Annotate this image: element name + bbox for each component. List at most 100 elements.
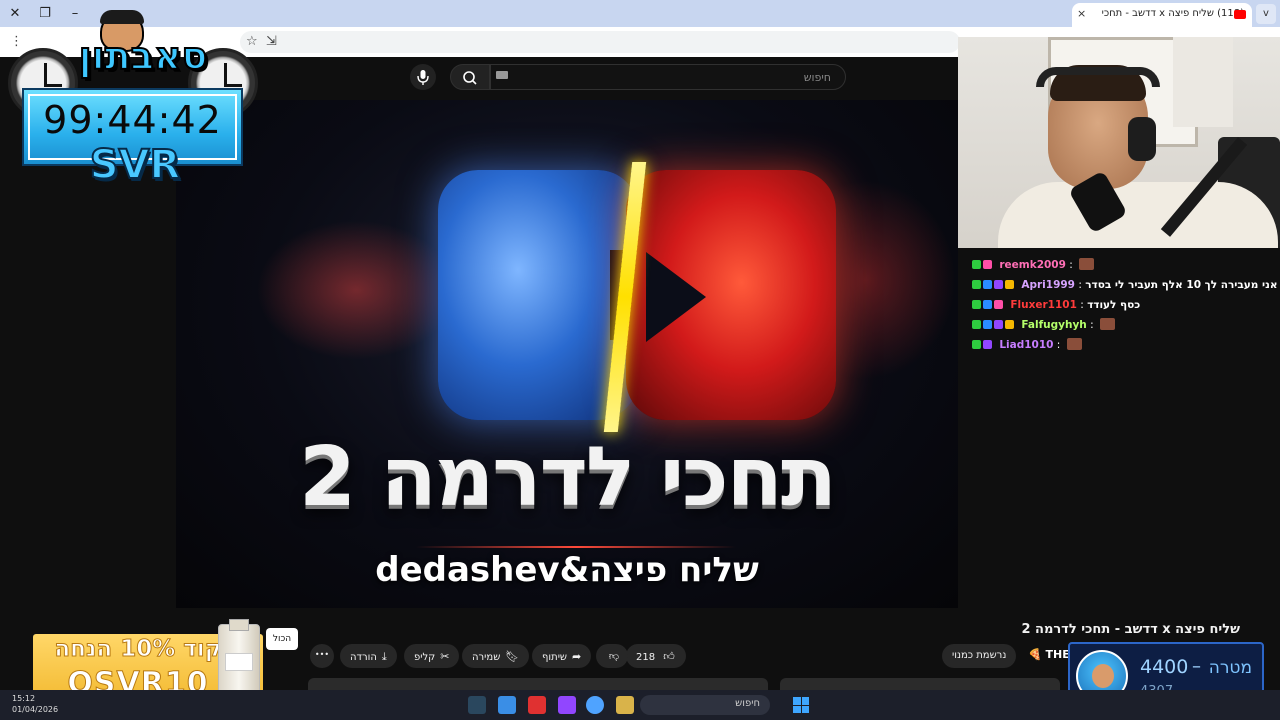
emote-icon (1066, 338, 1082, 350)
screen: ✕ ❐ – + (118) שליח פיצה x דדשב - תחכי × … (0, 0, 1280, 720)
badge-icon (972, 260, 981, 269)
taskbar-clock[interactable]: 15:12 01/04/2026 (12, 693, 58, 715)
scissors-icon: ✂ (440, 650, 450, 663)
taskbar-search[interactable]: חיפוש (640, 695, 770, 715)
voice-search-mic-icon[interactable] (410, 64, 436, 90)
chat-text: עודד אני מעבירה לך 10 אלף תעביר לי בסדר … (1085, 279, 1280, 291)
headphones-icon (1036, 67, 1160, 87)
badge-icon (972, 300, 981, 309)
download-label: הורדה (350, 652, 377, 663)
share-label: שיתוף (542, 652, 568, 663)
bookmark-icon: 🔖︎ (505, 650, 520, 663)
goal-target: 4400 (1140, 656, 1189, 678)
search-button[interactable] (450, 64, 490, 90)
thumbnail-subtitle: dedashev&שליח פיצה (375, 550, 759, 590)
url-field[interactable] (240, 31, 960, 53)
badge-icon (994, 300, 1003, 309)
badge-icon (994, 280, 1003, 289)
subathon-timer: 99:44:42 (43, 98, 222, 142)
bookmark-star-icon[interactable]: ☆ (246, 34, 258, 49)
chat-message: Apri1999 : עודד אני מעבירה לך 10 אלף תעב… (972, 275, 1280, 295)
more-actions-button[interactable]: ••• (310, 644, 334, 668)
red-logo-half (626, 170, 836, 420)
like-button[interactable]: 218 👍︎ (626, 644, 686, 668)
chat-username: Fluxer1101 (1010, 299, 1077, 311)
share-button[interactable]: ➦ שיתוף (532, 644, 592, 668)
close-window-icon[interactable]: ✕ (6, 5, 24, 23)
badge-icon (972, 340, 981, 349)
webcam-feed (958, 37, 1280, 248)
app-icon[interactable] (528, 696, 546, 714)
minimize-window-icon[interactable]: – (66, 5, 84, 23)
windows-start-icon[interactable] (793, 697, 809, 713)
brand-logo: SVR (89, 141, 182, 189)
webcam-background-wall (1173, 37, 1233, 127)
nebula-decoration (256, 220, 456, 360)
chat-username: reemk2009 (999, 259, 1066, 271)
youtube-favicon-icon (1234, 10, 1246, 19)
emote-icon (1079, 258, 1095, 270)
clip-button[interactable]: ✂ קליפ (404, 644, 460, 668)
chat-username: Liad1010 (999, 339, 1054, 351)
stream-chat: reemk2009 : Apri1999 : עודד אני מעבירה ל… (972, 255, 1280, 375)
twitch-icon[interactable] (558, 696, 576, 714)
restore-window-icon[interactable]: ❐ (36, 5, 54, 23)
download-button[interactable]: ⤓ הורדה (340, 644, 397, 668)
divider-glow (416, 546, 736, 548)
browser-tab-strip: ✕ ❐ – + (118) שליח פיצה x דדשב - תחכי × … (0, 0, 1280, 27)
badge-icon (983, 280, 992, 289)
play-shape-icon (646, 252, 706, 342)
filter-all-tooltip: הכול (266, 628, 298, 650)
download-icon: ⤓ (381, 650, 387, 663)
emote-icon (1100, 318, 1116, 330)
clip-label: קליפ (414, 652, 436, 663)
search-input[interactable]: חיפוש (490, 64, 846, 90)
chat-message: Falfugyhyh : (972, 315, 1280, 335)
search-icon (463, 71, 477, 85)
headphone-earcup (1128, 117, 1156, 161)
save-button[interactable]: 🔖︎ שמירה (462, 644, 530, 668)
goal-dash: – (1192, 656, 1201, 677)
badge-icon (983, 300, 992, 309)
badge-icon (983, 340, 992, 349)
subscribed-button[interactable]: נרשמת כמנוי (942, 644, 1017, 668)
chat-message: Liad1010 : (972, 335, 1280, 355)
badge-icon (1005, 320, 1014, 329)
related-video-strip[interactable] (308, 678, 768, 690)
subathon-logo: סאבתון (78, 33, 209, 79)
chat-message: Fluxer1101 : כסף לעודד (972, 295, 1280, 315)
tab-title: (118) שליח פיצה x דדשב - תחכי (1101, 8, 1244, 19)
thumbs-down-icon: 👎︎ (608, 651, 619, 662)
share-icon: ➦ (572, 650, 582, 663)
badge-icon (983, 260, 992, 269)
chat-username: Falfugyhyh (1021, 319, 1087, 331)
badge-icon (972, 280, 981, 289)
save-label: שמירה (472, 652, 501, 663)
menu-dots-icon[interactable]: ⋮ (10, 34, 23, 49)
dislike-button[interactable]: 👎︎ (596, 644, 628, 668)
browser-tab-youtube[interactable]: (118) שליח פיצה x דדשב - תחכי × (1072, 3, 1252, 27)
windows-taskbar: 15:12 01/04/2026 חיפוש (0, 690, 1280, 720)
badge-icon (983, 320, 992, 329)
keyboard-icon[interactable] (496, 71, 508, 79)
chat-message: reemk2009 : (972, 255, 1280, 275)
tab-search-chevron-icon[interactable]: v (1256, 4, 1276, 24)
video-player[interactable]: תחכי לדרמה 2 dedashev&שליח פיצה (176, 100, 958, 608)
install-app-icon[interactable]: ⇲ (266, 34, 277, 49)
like-count: 218 (636, 652, 656, 663)
badge-icon (994, 320, 1003, 329)
chat-text: כסף לעודד (1087, 299, 1141, 311)
webcam-streamer-body (998, 182, 1278, 248)
notepad-icon[interactable] (498, 696, 516, 714)
thumbs-up-icon: 👍︎ (663, 650, 675, 663)
badge-icon (972, 320, 981, 329)
file-explorer-icon[interactable] (616, 696, 634, 714)
chrome-icon[interactable] (586, 696, 604, 714)
steam-icon[interactable] (468, 696, 486, 714)
goal-label: מטרה (1208, 658, 1252, 678)
thumbnail-title: תחכי לדרמה 2 (299, 430, 837, 525)
video-title: שליח פיצה x דדשב - תחכי לדרמה 2 (1021, 622, 1240, 637)
badge-icon (1005, 280, 1014, 289)
close-tab-icon[interactable]: × (1077, 7, 1086, 20)
related-video-strip[interactable] (780, 678, 1060, 690)
